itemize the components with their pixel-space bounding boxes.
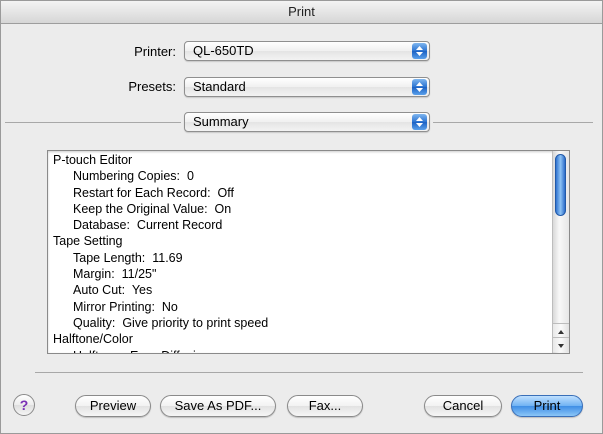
summary-line: Quality: Give priority to print speed: [73, 315, 269, 330]
popup-arrows-icon: [412, 114, 427, 130]
cancel-button[interactable]: Cancel: [424, 395, 502, 417]
scroll-down-button[interactable]: [553, 337, 569, 352]
scroll-thumb[interactable]: [555, 154, 566, 216]
bottom-separator: [35, 372, 583, 373]
preview-button[interactable]: Preview: [75, 395, 151, 417]
popup-arrows-icon: [412, 43, 427, 59]
separator-left: [5, 122, 181, 123]
summary-lines: P-touch Editor Numbering Copies: 0 Restart…: [53, 152, 553, 353]
printer-label: Printer:: [134, 44, 176, 59]
summary-line: Halftone/Color: [53, 332, 133, 347]
window-title: Print: [1, 1, 602, 24]
summary-line: Auto Cut: Yes: [73, 283, 153, 298]
presets-popup[interactable]: Standard: [184, 77, 430, 97]
summary-line: Margin: 11/25": [73, 267, 157, 282]
panel-popup[interactable]: Summary: [184, 112, 430, 132]
print-button[interactable]: Print: [511, 395, 583, 417]
arrow-up-icon: [558, 330, 564, 334]
separator-right: [433, 122, 593, 123]
save-as-pdf-button[interactable]: Save As PDF...: [160, 395, 276, 417]
presets-value: Standard: [193, 79, 246, 94]
printer-popup[interactable]: QL-650TD: [184, 41, 430, 61]
summary-line: Restart for Each Record: Off: [73, 185, 234, 200]
summary-line: P-touch Editor: [53, 153, 133, 167]
popup-arrows-icon: [412, 79, 427, 95]
summary-line: Halftone: Error Diffusion: [53, 348, 553, 353]
summary-line: Database: Current Record: [73, 218, 223, 233]
arrow-down-icon: [558, 344, 564, 348]
panel-value: Summary: [193, 114, 249, 129]
summary-line: Tape Length: 11.69: [73, 250, 183, 265]
help-button[interactable]: ?: [13, 394, 35, 416]
summary-textview[interactable]: P-touch Editor Numbering Copies: 0 Restart…: [47, 150, 570, 354]
summary-line: Keep the Original Value: On: [73, 201, 232, 216]
scroll-up-button[interactable]: [553, 323, 569, 338]
presets-label: Presets:: [128, 79, 176, 94]
print-dialog: Print Printer: QL-650TD Presets: Standar…: [0, 0, 603, 434]
summary-line: Mirror Printing: No: [73, 299, 178, 314]
summary-line: Numbering Copies: 0: [73, 169, 194, 184]
printer-value: QL-650TD: [193, 43, 254, 58]
vertical-scrollbar[interactable]: [552, 151, 569, 353]
summary-line: Tape Setting: [53, 234, 123, 249]
fax-button[interactable]: Fax...: [287, 395, 363, 417]
